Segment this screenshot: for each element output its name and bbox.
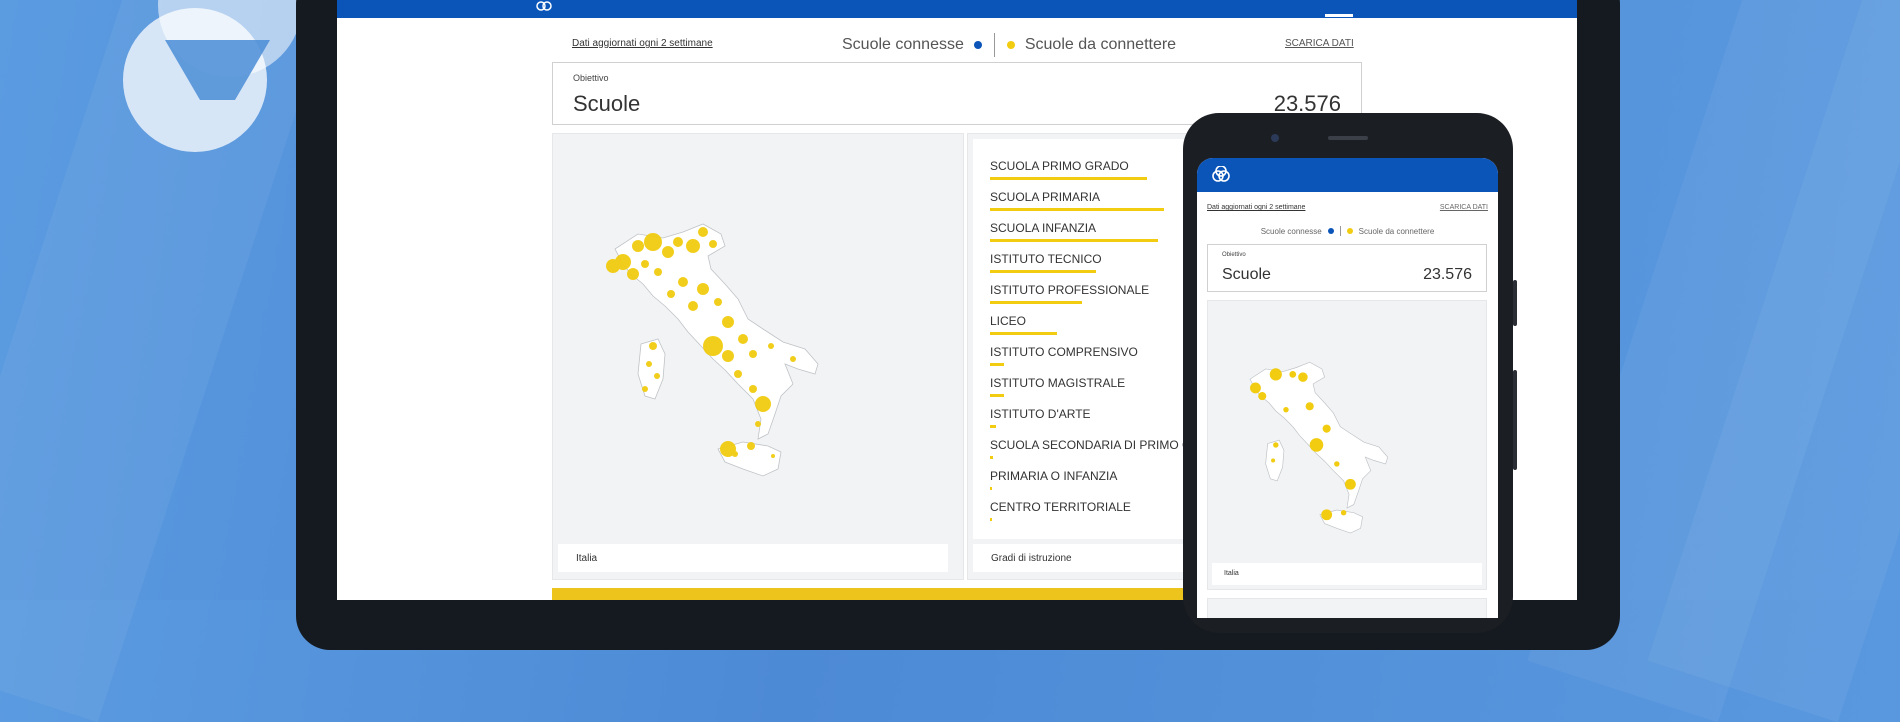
phone-to-connect-dot-icon xyxy=(1346,228,1353,234)
education-level-item[interactable]: CENTRO TERRITORIALE xyxy=(990,498,1131,529)
map-legend: Scuole connesse Scuole da connettere xyxy=(842,33,1176,57)
phone-camera-icon xyxy=(1271,134,1279,142)
download-data-link[interactable]: SCARICA DATI xyxy=(1285,38,1354,49)
objective-label: Obiettivo xyxy=(573,73,609,83)
education-level-bar xyxy=(990,363,1004,366)
education-level-bar xyxy=(990,456,993,459)
education-level-bar xyxy=(990,518,992,521)
education-level-label: PRIMARIA O INFANZIA xyxy=(990,469,1118,483)
phone-download-data-link[interactable]: SCARICA DATI xyxy=(1440,204,1488,211)
education-level-label: SCUOLA INFANZIA xyxy=(990,221,1097,235)
education-level-item[interactable]: ISTITUTO MAGISTRALE xyxy=(990,374,1125,405)
phone-screen: Dati aggiornati ogni 2 settimane SCARICA… xyxy=(1197,158,1498,618)
top-navigation-bar xyxy=(337,0,1577,18)
map-caption-label: Italia xyxy=(576,553,598,564)
education-level-item[interactable]: ISTITUTO D'ARTE xyxy=(990,405,1091,436)
education-level-bar xyxy=(990,487,992,490)
phone-side-button xyxy=(1513,280,1517,326)
education-level-item[interactable]: ISTITUTO COMPRENSIVO xyxy=(990,343,1138,374)
education-level-label: SCUOLA PRIMARIA xyxy=(990,190,1101,204)
education-level-item[interactable]: ISTITUTO PROFESSIONALE xyxy=(990,281,1149,312)
map-caption: Italia xyxy=(558,544,948,572)
phone-map-caption-label: Italia xyxy=(1224,570,1239,577)
education-level-bar xyxy=(990,425,996,428)
decorative-logo-icon xyxy=(123,0,302,152)
brand-logo-icon[interactable] xyxy=(535,0,553,14)
phone-top-bar xyxy=(1197,158,1498,192)
objective-title: Scuole xyxy=(573,91,641,116)
education-level-bar xyxy=(990,301,1083,304)
education-level-bar xyxy=(990,177,1147,180)
phone-side-button xyxy=(1513,370,1517,470)
phone-map-caption: Italia xyxy=(1212,563,1482,585)
active-tab-indicator xyxy=(1325,14,1353,17)
connected-dot-icon xyxy=(973,41,982,49)
education-level-bar xyxy=(990,332,1058,335)
legend-to-connect-label: Scuole da connettere xyxy=(1024,36,1177,53)
education-level-item[interactable]: SCUOLA PRIMARIA xyxy=(990,188,1164,219)
phone-connected-dot-icon xyxy=(1327,228,1334,234)
phone-next-panel xyxy=(1207,598,1487,618)
education-level-label: CENTRO TERRITORIALE xyxy=(990,500,1131,514)
education-level-item[interactable]: SCUOLA PRIMO GRADO xyxy=(990,157,1147,188)
phone-update-frequency-note: Dati aggiornati ogni 2 settimane xyxy=(1207,204,1306,211)
education-level-item[interactable]: ISTITUTO TECNICO xyxy=(990,250,1102,281)
education-level-bar xyxy=(990,394,1004,397)
phone-legend-connected-label: Scuole connesse xyxy=(1260,226,1322,236)
education-level-item[interactable]: SCUOLA INFANZIA xyxy=(990,219,1158,250)
phone-objective-title: Scuole xyxy=(1222,266,1271,283)
phone-map-legend: Scuole connesse Scuole da connettere xyxy=(1197,226,1498,236)
education-level-label: SCUOLA PRIMO GRADO xyxy=(990,159,1129,173)
legend-separator xyxy=(993,33,995,57)
phone-objective-label: Obiettivo xyxy=(1222,252,1246,258)
legend-connected-label: Scuole connesse xyxy=(842,36,964,53)
to-connect-dot-icon xyxy=(1006,41,1015,49)
phone-speaker xyxy=(1328,136,1368,140)
phone-italy-map-panel[interactable]: Italia xyxy=(1207,300,1487,590)
education-level-item[interactable]: LICEO xyxy=(990,312,1058,343)
italy-map-panel[interactable]: Italia xyxy=(552,133,964,580)
italy-map[interactable] xyxy=(553,134,963,539)
education-level-label: LICEO xyxy=(990,314,1027,328)
education-level-label: ISTITUTO TECNICO xyxy=(990,252,1102,266)
update-frequency-note: Dati aggiornati ogni 2 settimane xyxy=(572,38,713,49)
education-level-label: ISTITUTO COMPRENSIVO xyxy=(990,345,1138,359)
education-level-bar xyxy=(990,239,1158,242)
education-level-label: ISTITUTO D'ARTE xyxy=(990,407,1091,421)
phone-legend-to-connect-label: Scuole da connettere xyxy=(1358,226,1435,236)
phone-objective-card: Obiettivo Scuole 23.576 xyxy=(1207,244,1487,292)
education-level-label: ISTITUTO PROFESSIONALE xyxy=(990,283,1150,297)
phone-legend-separator xyxy=(1339,226,1341,236)
phone-brand-logo-icon[interactable] xyxy=(1211,166,1231,186)
education-level-bar xyxy=(990,270,1097,273)
education-level-bar xyxy=(990,208,1164,211)
phone-italy-map[interactable] xyxy=(1208,301,1486,559)
education-level-label: ISTITUTO MAGISTRALE xyxy=(990,376,1126,390)
education-levels-caption-label: Gradi di istruzione xyxy=(991,553,1072,564)
phone-objective-value: 23.576 xyxy=(1423,266,1472,283)
education-level-item[interactable]: PRIMARIA O INFANZIA xyxy=(990,467,1117,498)
